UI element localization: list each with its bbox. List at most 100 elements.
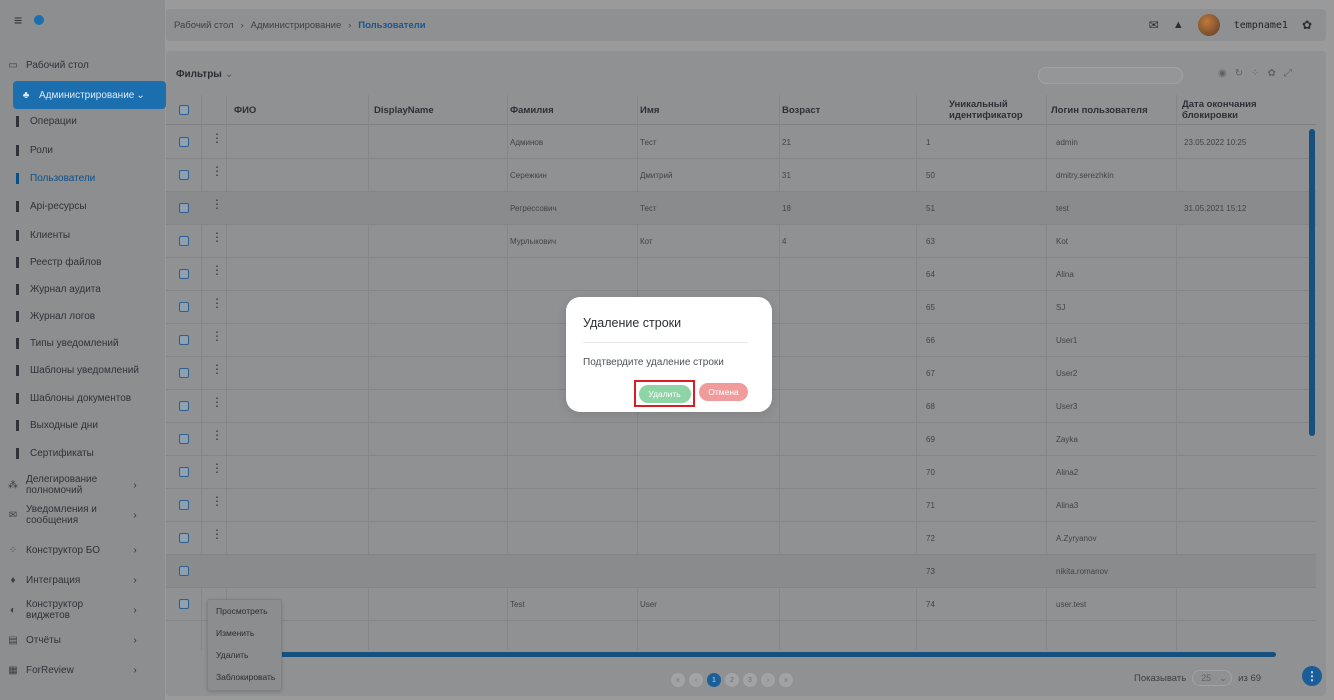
sidebar-subitem[interactable]: Операции bbox=[0, 115, 165, 127]
last-page-button[interactable]: » bbox=[779, 673, 793, 687]
sidebar-section[interactable]: ⁂ Делегирование полномочий › bbox=[0, 473, 165, 497]
breadcrumb-item[interactable]: Администрирование bbox=[251, 20, 342, 31]
cancel-button[interactable]: Отмена bbox=[699, 383, 748, 401]
column-header[interactable]: Уникальный идентификатор bbox=[949, 95, 1045, 125]
table-row[interactable]: ⋮ Сережкин Дмитрий 31 50 dmitry.serezhkin bbox=[166, 159, 1316, 192]
row-checkbox[interactable] bbox=[179, 434, 189, 444]
page-button[interactable]: 3 bbox=[743, 673, 757, 687]
row-checkbox[interactable] bbox=[179, 170, 189, 180]
sidebar-section[interactable]: ♦ Интеграция › bbox=[0, 568, 165, 592]
row-actions-icon[interactable]: ⋮ bbox=[211, 495, 223, 507]
menu-item-edit[interactable]: Изменить bbox=[208, 622, 281, 644]
row-actions-icon[interactable]: ⋮ bbox=[211, 132, 223, 144]
sidebar-section[interactable]: ◐ Конструктор виджетов › bbox=[0, 598, 165, 622]
row-checkbox[interactable] bbox=[179, 203, 189, 213]
fullscreen-icon[interactable]: ⤢ bbox=[1284, 68, 1292, 79]
select-all-checkbox[interactable] bbox=[179, 105, 189, 115]
row-actions-icon[interactable]: ⋮ bbox=[211, 363, 223, 375]
column-header[interactable]: DisplayName bbox=[374, 95, 504, 125]
table-row[interactable]: 73 nikita.romanov bbox=[166, 555, 1316, 588]
settings-icon[interactable]: ✿ bbox=[1268, 68, 1276, 79]
menu-item-block[interactable]: Заблокировать bbox=[208, 666, 281, 688]
table-row[interactable]: ⋮ 69 Zayka bbox=[166, 423, 1316, 456]
row-checkbox[interactable] bbox=[179, 500, 189, 510]
table-row[interactable]: ⋮ Мурлыкович Кот 4 63 Kot bbox=[166, 225, 1316, 258]
row-checkbox[interactable] bbox=[179, 566, 189, 576]
columns-icon[interactable]: ⁘ bbox=[1251, 68, 1259, 79]
confirm-delete-button[interactable]: Удалить bbox=[638, 384, 691, 403]
sidebar-subitem[interactable]: Типы уведомлений bbox=[0, 337, 165, 349]
more-actions-button[interactable]: ⋮ bbox=[1302, 666, 1322, 686]
sidebar-section[interactable]: ▦ ForReview › bbox=[0, 658, 165, 682]
row-actions-icon[interactable]: ⋮ bbox=[211, 264, 223, 276]
sidebar-section[interactable]: ✉ Уведомления и сообщения › bbox=[0, 503, 165, 527]
sidebar-subitem[interactable]: Api-ресурсы bbox=[0, 200, 165, 212]
row-actions-icon[interactable]: ⋮ bbox=[211, 231, 223, 243]
table-row[interactable]: ⋮ 70 Alina2 bbox=[166, 456, 1316, 489]
table-row[interactable]: ⋮ 71 Alina3 bbox=[166, 489, 1316, 522]
bell-icon[interactable]: ▲ bbox=[1173, 19, 1184, 31]
row-actions-icon[interactable]: ⋮ bbox=[211, 462, 223, 474]
sidebar-subitem[interactable]: Пользователи bbox=[0, 172, 165, 184]
page-button[interactable]: 2 bbox=[725, 673, 739, 687]
sidebar-subitem[interactable]: Выходные дни bbox=[0, 419, 165, 431]
refresh-icon[interactable]: ↻ bbox=[1235, 68, 1243, 79]
row-actions-icon[interactable]: ⋮ bbox=[211, 528, 223, 540]
row-checkbox[interactable] bbox=[179, 335, 189, 345]
table-row[interactable]: ⋮ Админов Тест 21 1 admin 23.05.2022 10:25 bbox=[166, 126, 1316, 159]
menu-item-view[interactable]: Просмотреть bbox=[208, 600, 281, 622]
page-size-select[interactable]: 25 ⌄ bbox=[1192, 670, 1233, 686]
search-input[interactable] bbox=[1038, 67, 1183, 84]
column-header[interactable]: Возраст bbox=[782, 95, 943, 125]
row-checkbox[interactable] bbox=[179, 533, 189, 543]
row-actions-icon[interactable]: ⋮ bbox=[211, 165, 223, 177]
row-checkbox[interactable] bbox=[179, 467, 189, 477]
filters-toggle[interactable]: Фильтры ⌄ bbox=[176, 69, 233, 80]
menu-item-delete[interactable]: Удалить bbox=[208, 644, 281, 666]
row-checkbox[interactable] bbox=[179, 137, 189, 147]
column-header[interactable]: Имя bbox=[640, 95, 776, 125]
sidebar-subitem[interactable]: Сертификаты bbox=[0, 447, 165, 459]
page-button[interactable]: 1 bbox=[707, 673, 721, 687]
sidebar-subitem[interactable]: Журнал аудита bbox=[0, 283, 165, 295]
sidebar-item-desktop[interactable]: ▭ Рабочий стол bbox=[0, 60, 165, 71]
row-checkbox[interactable] bbox=[179, 599, 189, 609]
column-header[interactable]: Фамилия bbox=[510, 95, 634, 125]
table-row[interactable]: ⋮ 72 A.Zyryanov bbox=[166, 522, 1316, 555]
row-checkbox[interactable] bbox=[179, 269, 189, 279]
row-checkbox[interactable] bbox=[179, 401, 189, 411]
table-row[interactable]: ⋮ Регрессович Тест 18 51 test 31.05.2021 15:12 bbox=[166, 192, 1316, 225]
avatar[interactable] bbox=[1197, 14, 1220, 36]
sidebar-section[interactable]: ⁘ Конструктор БО › bbox=[0, 538, 165, 562]
sidebar-subitem[interactable]: Шаблоны уведомлений bbox=[0, 364, 165, 376]
sidebar-subitem[interactable]: Шаблоны документов bbox=[0, 392, 165, 404]
row-actions-icon[interactable]: ⋮ bbox=[211, 297, 223, 309]
row-actions-icon[interactable]: ⋮ bbox=[211, 198, 223, 210]
row-checkbox[interactable] bbox=[179, 368, 189, 378]
breadcrumb-item[interactable]: Рабочий стол bbox=[174, 20, 234, 31]
sidebar-subitem[interactable]: Клиенты bbox=[0, 229, 165, 241]
first-page-button[interactable]: « bbox=[671, 673, 685, 687]
horizontal-scrollbar[interactable] bbox=[266, 652, 1276, 657]
column-header[interactable]: Логин пользователя bbox=[1051, 95, 1176, 125]
row-checkbox[interactable] bbox=[179, 302, 189, 312]
prev-page-button[interactable]: ‹ bbox=[689, 673, 703, 687]
sidebar-item-administration[interactable]: ♣ Администрирование ⌄ bbox=[13, 81, 166, 109]
toggle-icon[interactable]: ◉ bbox=[1218, 68, 1227, 79]
sidebar-subitem[interactable]: Реестр файлов bbox=[0, 256, 165, 268]
sidebar-section[interactable]: ▤ Отчёты › bbox=[0, 628, 165, 652]
vertical-scrollbar[interactable] bbox=[1309, 129, 1315, 436]
mail-icon[interactable]: ✉ bbox=[1149, 18, 1159, 32]
row-actions-icon[interactable]: ⋮ bbox=[211, 429, 223, 441]
row-actions-icon[interactable]: ⋮ bbox=[211, 396, 223, 408]
column-header[interactable]: Дата окончания блокировки bbox=[1182, 95, 1302, 125]
row-checkbox[interactable] bbox=[179, 236, 189, 246]
sidebar-subitem[interactable]: Роли bbox=[0, 144, 165, 156]
username[interactable]: tempname1 bbox=[1234, 20, 1288, 31]
table-row[interactable]: Test User 74 user.test bbox=[166, 588, 1316, 621]
sidebar-subitem[interactable]: Журнал логов bbox=[0, 310, 165, 322]
column-header[interactable]: ФИО bbox=[234, 95, 368, 125]
row-actions-icon[interactable]: ⋮ bbox=[211, 330, 223, 342]
menu-collapse-icon[interactable]: ≡ bbox=[14, 12, 22, 28]
table-row[interactable]: ⋮ 64 Alina bbox=[166, 258, 1316, 291]
